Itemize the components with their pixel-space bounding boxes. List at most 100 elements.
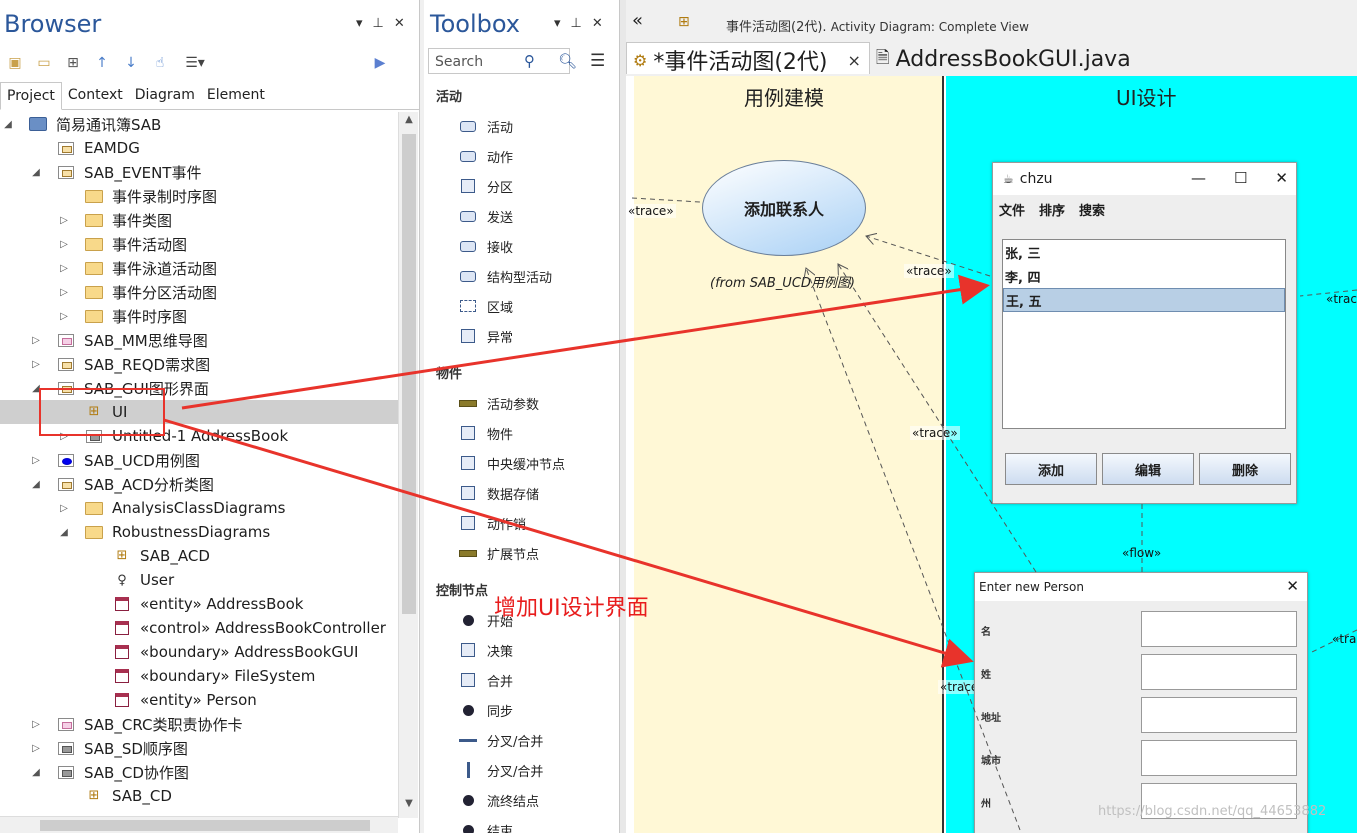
play-icon[interactable]: ▶ xyxy=(369,52,391,74)
tree-item[interactable]: ⊞ UI xyxy=(0,400,398,424)
close-icon[interactable]: ✕ xyxy=(394,16,405,31)
toolbox-item[interactable]: 发送 xyxy=(458,204,513,228)
ui-main-window[interactable]: ☕ chzu — ☐ ✕ 文件 排序 搜索 张, 三李, 四王, 五 添加 编辑 删除 xyxy=(992,162,1297,504)
dropdown-icon[interactable]: ▾ xyxy=(356,16,363,31)
tree-item[interactable]: «boundary» AddressBookGUI xyxy=(0,640,398,664)
toolbox-item[interactable]: 扩展节点 xyxy=(458,541,539,565)
tree-item[interactable]: ◢ RobustnessDiagrams xyxy=(0,520,398,544)
toolbox-section-header[interactable]: 活动 xyxy=(436,86,462,105)
folder-icon[interactable]: ▭ xyxy=(33,52,55,74)
collapse-icon[interactable]: ◢ xyxy=(2,119,14,130)
pin-icon[interactable]: ⊥ xyxy=(373,16,384,31)
toolbox-item[interactable]: 动作 xyxy=(458,144,513,168)
expand-icon[interactable]: ▷ xyxy=(58,263,70,274)
add-button[interactable]: 添加 xyxy=(1005,453,1097,485)
toolbox-item[interactable]: 同步 xyxy=(458,698,513,722)
tree-item[interactable]: ▷ 事件泳道活动图 xyxy=(0,256,398,280)
collapse-icon[interactable]: ◢ xyxy=(30,383,42,394)
tree-item[interactable]: ▷ 事件类图 xyxy=(0,208,398,232)
tree-item[interactable]: ▷ SAB_SD顺序图 xyxy=(0,736,398,760)
hscroll-thumb[interactable] xyxy=(40,820,370,831)
tree-item[interactable]: ▷ AnalysisClassDiagrams xyxy=(0,496,398,520)
toolbox-item[interactable]: 结构型活动 xyxy=(458,264,552,288)
minimize-icon[interactable]: — xyxy=(1191,169,1206,187)
collapse-icon[interactable]: ◢ xyxy=(58,527,70,538)
tree-item[interactable]: EAMDG xyxy=(0,136,398,160)
tree-item[interactable]: «entity» Person xyxy=(0,688,398,712)
toolbox-section-header[interactable]: 物件 xyxy=(436,363,462,382)
close-tab-icon[interactable]: × xyxy=(848,51,861,70)
tree-item[interactable]: ◢ SAB_GUI图形界面 xyxy=(0,376,398,400)
tree-item[interactable]: ▷ 事件活动图 xyxy=(0,232,398,256)
tree-item[interactable]: ▷ SAB_REQD需求图 xyxy=(0,352,398,376)
expand-icon[interactable]: ▷ xyxy=(58,431,70,442)
toolbox-item[interactable]: 分叉/合并 xyxy=(458,758,543,782)
tree-item[interactable]: ⊞ SAB_ACD xyxy=(0,544,398,568)
menu-item[interactable]: 排序 xyxy=(1039,200,1065,219)
expand-icon[interactable]: ▷ xyxy=(30,719,42,730)
field-input[interactable] xyxy=(1141,654,1297,690)
move-up-icon[interactable]: ↑ xyxy=(91,52,113,74)
tree-item[interactable]: ◢ SAB_EVENT事件 xyxy=(0,160,398,184)
expand-icon[interactable]: ▷ xyxy=(58,239,70,250)
tree-item[interactable]: ◢ 简易通讯簿SAB xyxy=(0,112,398,136)
toolbox-item[interactable]: 流终结点 xyxy=(458,788,539,812)
menu-icon[interactable]: ☰ xyxy=(590,51,605,71)
contact-list[interactable]: 张, 三李, 四王, 五 xyxy=(1002,239,1286,429)
toolbox-item[interactable]: 异常 xyxy=(458,324,513,348)
toolbox-item[interactable]: 物件 xyxy=(458,421,513,445)
tab-element[interactable]: Element xyxy=(201,82,271,110)
tree-horizontal-scrollbar[interactable] xyxy=(0,816,398,833)
tab-activity-diagram[interactable]: ⚙ *事件活动图(2代) × xyxy=(626,42,870,75)
list-item[interactable]: 王, 五 xyxy=(1003,288,1285,312)
tree-item[interactable]: ▷ 事件分区活动图 xyxy=(0,280,398,304)
maximize-icon[interactable]: ☐ xyxy=(1234,169,1247,187)
tree-item[interactable]: ▷ SAB_MM思维导图 xyxy=(0,328,398,352)
expand-icon[interactable]: ▷ xyxy=(30,359,42,370)
pin-icon[interactable]: ⊥ xyxy=(571,16,582,31)
close-icon[interactable]: ✕ xyxy=(592,16,603,31)
edit-button[interactable]: 编辑 xyxy=(1102,453,1194,485)
toolbox-item[interactable]: 合并 xyxy=(458,668,513,692)
toolbox-item[interactable]: 活动 xyxy=(458,114,513,138)
tree-item[interactable]: ⊞ SAB_CD xyxy=(0,784,398,808)
toolbox-item[interactable]: 接收 xyxy=(458,234,513,258)
new-package-icon[interactable]: ▣ xyxy=(4,52,26,74)
tree-item[interactable]: ▷ SAB_CRC类职责协作卡 xyxy=(0,712,398,736)
dropdown-icon[interactable]: ▾ xyxy=(554,16,561,31)
tree-item[interactable]: ▷ SAB_UCD用例图 xyxy=(0,448,398,472)
ui-new-person-dialog[interactable]: Enter new Person ✕ 名姓地址 城市州 xyxy=(974,572,1308,833)
toolbox-item[interactable]: 分区 xyxy=(458,174,513,198)
collapse-icon[interactable]: ◢ xyxy=(30,767,42,778)
usecase-add-contact[interactable]: 添加联系人 xyxy=(702,160,866,256)
field-input[interactable] xyxy=(1141,740,1297,776)
list-item[interactable]: 李, 四 xyxy=(1003,264,1285,288)
scroll-thumb[interactable] xyxy=(402,134,416,614)
expand-icon[interactable]: ▷ xyxy=(30,743,42,754)
menu-item[interactable]: 文件 xyxy=(999,200,1025,219)
list-item[interactable]: 张, 三 xyxy=(1003,240,1285,264)
toolbox-item[interactable]: 中央缓冲节点 xyxy=(458,451,565,475)
tree-vertical-scrollbar[interactable]: ▲ ▼ xyxy=(398,112,418,818)
toolbox-item[interactable]: 活动参数 xyxy=(458,391,539,415)
toolbox-search-input[interactable]: Search xyxy=(428,48,570,74)
expand-icon[interactable]: ▷ xyxy=(30,455,42,466)
tab-addressbookgui-java[interactable]: 🗎︎ AddressBookGUI.java xyxy=(870,42,1139,74)
collapse-icon[interactable]: « xyxy=(632,10,643,31)
tree-item[interactable]: ♀ User xyxy=(0,568,398,592)
tree-item[interactable]: ◢ SAB_CD协作图 xyxy=(0,760,398,784)
toolbox-item[interactable]: 分叉/合并 xyxy=(458,728,543,752)
hand-icon[interactable]: ☝ xyxy=(149,52,171,74)
toolbox-item[interactable]: 动作销 xyxy=(458,511,526,535)
tree-item[interactable]: ▷ Untitled-1 AddressBook xyxy=(0,424,398,448)
scroll-down-icon[interactable]: ▼ xyxy=(401,798,417,814)
toolbox-item[interactable]: 区域 xyxy=(458,294,513,318)
toolbox-item[interactable]: 决策 xyxy=(458,638,513,662)
tree-item[interactable]: «control» AddressBookController xyxy=(0,616,398,640)
toolbox-item[interactable]: 结束 xyxy=(458,818,513,833)
tab-diagram[interactable]: Diagram xyxy=(129,82,201,110)
diagram-canvas[interactable]: 用例建模 UI设计 添加联系人 (from SAB_UCD用例图) «trace… xyxy=(626,76,1357,833)
tab-project[interactable]: Project xyxy=(0,82,62,110)
expand-icon[interactable]: ▷ xyxy=(30,335,42,346)
expand-icon[interactable]: ▷ xyxy=(58,503,70,514)
